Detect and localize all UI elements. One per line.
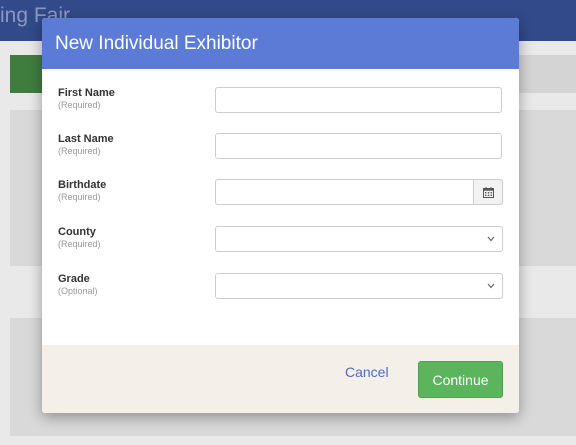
last-name-hint: (Required) [58, 146, 101, 156]
cancel-button[interactable]: Cancel [345, 364, 389, 380]
form-row-first-name: First Name (Required) [42, 87, 519, 127]
county-label: County [58, 226, 96, 238]
calendar-button[interactable] [473, 179, 503, 205]
continue-button[interactable]: Continue [418, 361, 503, 398]
last-name-input[interactable] [215, 133, 502, 159]
last-name-label: Last Name [58, 133, 114, 145]
new-exhibitor-modal: New Individual Exhibitor First Name (Req… [42, 18, 519, 413]
first-name-hint: (Required) [58, 100, 101, 110]
chevron-down-icon [487, 236, 495, 242]
county-select[interactable] [215, 226, 503, 252]
grade-hint: (Optional) [58, 286, 98, 296]
form-row-grade: Grade (Optional) [42, 273, 519, 313]
first-name-label: First Name [58, 87, 115, 99]
last-name-label-group: Last Name (Required) [58, 133, 114, 156]
county-hint: (Required) [58, 239, 101, 249]
chevron-down-icon [487, 283, 495, 289]
form-row-birthdate: Birthdate (Required) [42, 179, 519, 219]
birthdate-input[interactable] [215, 179, 473, 205]
birthdate-label: Birthdate [58, 179, 107, 191]
modal-header: New Individual Exhibitor [42, 18, 519, 69]
birthdate-group [215, 179, 503, 205]
form-row-last-name: Last Name (Required) [42, 133, 519, 173]
grade-label-group: Grade (Optional) [58, 273, 98, 296]
first-name-input[interactable] [215, 87, 502, 113]
modal-title: New Individual Exhibitor [55, 32, 258, 54]
grade-label: Grade [58, 273, 90, 285]
first-name-label-group: First Name (Required) [58, 87, 115, 110]
form-row-county: County (Required) [42, 226, 519, 266]
exhibitor-form: First Name (Required) Last Name (Require… [42, 69, 519, 345]
birthdate-hint: (Required) [58, 192, 101, 202]
background-green-button [10, 55, 46, 93]
county-label-group: County (Required) [58, 226, 101, 249]
calendar-icon [482, 186, 494, 198]
birthdate-label-group: Birthdate (Required) [58, 179, 106, 202]
grade-select[interactable] [215, 273, 503, 299]
